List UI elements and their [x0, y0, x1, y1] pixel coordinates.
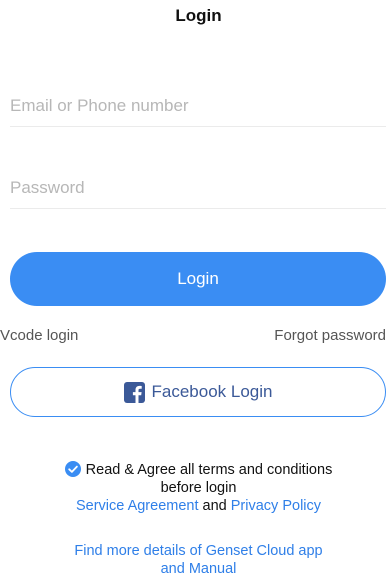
email-field[interactable] — [10, 86, 386, 126]
password-field-container — [10, 168, 386, 209]
terms-agreement: Read & Agree all terms and conditions be… — [0, 461, 386, 515]
service-agreement-link[interactable]: Service Agreement — [76, 498, 199, 514]
login-options-row: Vcode login Forgot password — [0, 327, 386, 347]
forgot-password-link[interactable]: Forgot password — [274, 327, 386, 344]
vcode-login-link[interactable]: Vcode login — [0, 327, 78, 344]
details-line-2: and Manual — [160, 561, 237, 577]
terms-and-text: and — [202, 498, 227, 514]
details-line-1: Find more details of Genset Cloud app — [74, 543, 323, 559]
privacy-policy-link[interactable]: Privacy Policy — [231, 498, 321, 514]
facebook-login-button[interactable]: Facebook Login — [10, 367, 386, 417]
facebook-icon — [123, 381, 145, 403]
page-title: Login — [175, 6, 222, 25]
agree-checkbox[interactable] — [64, 461, 81, 477]
facebook-login-label: Facebook Login — [151, 382, 273, 401]
email-field-container — [10, 86, 386, 127]
app-details-link[interactable]: Find more details of Genset Cloud app an… — [0, 542, 386, 578]
terms-line-2: before login — [160, 480, 237, 496]
password-field[interactable] — [10, 168, 386, 208]
terms-line-1: Read & Agree all terms and conditions — [85, 462, 333, 478]
login-button[interactable]: Login — [10, 252, 386, 306]
